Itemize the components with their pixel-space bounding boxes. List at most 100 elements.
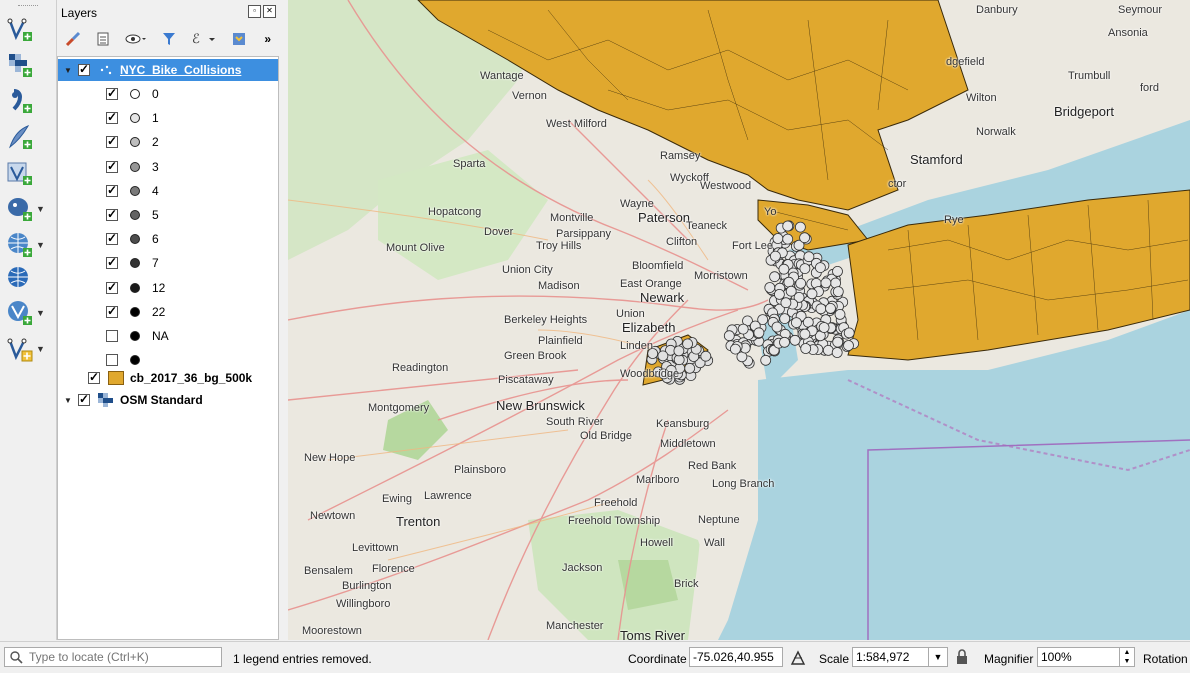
legend-class-row[interactable]: 3 <box>58 156 278 178</box>
chevron-down-icon[interactable]: ▼ <box>36 344 45 354</box>
map-place-label: Parsippany <box>556 228 612 240</box>
class-label: 0 <box>152 87 159 101</box>
collapse-arrow-icon[interactable]: ▼ <box>64 396 74 405</box>
map-place-label: South River <box>546 416 604 428</box>
collision-point <box>760 354 772 366</box>
new-scratch-layer-icon[interactable]: ▼ <box>6 334 50 364</box>
status-bar: 1 legend entries removed. Coordinate -75… <box>0 641 1190 673</box>
class-visibility-checkbox[interactable] <box>106 280 118 294</box>
locator-box[interactable] <box>4 647 222 667</box>
add-wms-icon[interactable]: ▼ <box>6 230 50 260</box>
close-panel-button[interactable]: ✕ <box>263 5 276 18</box>
chevron-down-icon[interactable]: ▼ <box>36 204 45 214</box>
digitize-vector-icon[interactable] <box>6 14 50 44</box>
map-place-label: Troy Hills <box>536 240 582 252</box>
locator-input[interactable] <box>27 649 211 665</box>
map-place-label: Norwalk <box>976 126 1016 138</box>
map-place-label: Morristown <box>694 270 748 282</box>
visibility-eye-icon[interactable] <box>125 31 147 47</box>
float-panel-button[interactable]: ▫ <box>248 5 261 18</box>
toggle-extents-icon[interactable] <box>789 649 807 667</box>
class-visibility-checkbox[interactable] <box>106 354 118 367</box>
layer-row-cb-2017[interactable]: cb_2017_36_bg_500k <box>58 367 278 389</box>
collapse-arrow-icon[interactable]: ▼ <box>64 66 74 75</box>
add-wfs-icon[interactable] <box>6 264 50 294</box>
legend-class-row[interactable]: NA <box>58 325 278 347</box>
legend-class-row[interactable]: 12 <box>58 277 278 299</box>
expression-filter-icon[interactable]: ℰ <box>191 31 217 47</box>
spin-arrows-icon[interactable]: ▲ ▼ <box>1119 648 1134 666</box>
collision-point <box>772 233 784 244</box>
layer-visibility-checkbox[interactable] <box>88 370 100 384</box>
collision-point <box>832 336 844 348</box>
class-label: 3 <box>152 159 159 174</box>
point-symbol-icon <box>130 282 140 293</box>
add-raster-icon[interactable] <box>6 50 50 80</box>
layer-visibility-checkbox[interactable] <box>78 392 90 406</box>
map-place-label: Rye <box>944 214 964 226</box>
map-place-label: Woodbridge <box>620 368 680 380</box>
class-visibility-checkbox[interactable] <box>106 304 118 318</box>
add-virtual-layer-icon[interactable] <box>6 158 50 188</box>
legend-class-row[interactable]: 22 <box>58 301 278 323</box>
class-visibility-checkbox[interactable] <box>106 134 118 149</box>
style-brush-icon[interactable] <box>65 31 81 47</box>
map-place-label: Burlington <box>342 580 392 592</box>
collision-point <box>723 330 735 342</box>
class-visibility-checkbox[interactable] <box>106 207 118 221</box>
layer-row-osm-standard[interactable]: ▼ OSM Standard <box>58 389 278 411</box>
map-place-label: Sparta <box>453 158 486 170</box>
map-place-label: Stamford <box>910 152 963 167</box>
new-shapefile-icon[interactable]: ▼ <box>6 298 50 328</box>
collision-point <box>843 340 854 351</box>
legend-class-row[interactable]: 6 <box>58 228 278 250</box>
class-label: 12 <box>152 280 166 295</box>
legend-class-row[interactable]: 0 <box>58 83 278 105</box>
expand-all-icon[interactable] <box>231 31 247 47</box>
chevron-down-icon[interactable]: ▼ <box>36 240 45 250</box>
magnifier-label: Magnifier <box>984 652 1034 666</box>
collision-point <box>764 282 776 293</box>
toolbar-grip[interactable] <box>18 5 38 9</box>
class-visibility-checkbox[interactable] <box>106 183 118 197</box>
map-place-label: Neptune <box>698 514 740 526</box>
collision-point <box>832 286 844 298</box>
class-visibility-checkbox[interactable] <box>106 110 118 125</box>
chevron-down-icon[interactable]: ▼ <box>36 308 45 318</box>
legend-class-row[interactable]: 7 <box>58 252 278 274</box>
map-place-label: New Brunswick <box>496 398 585 413</box>
layer-name: NYC_Bike_Collisions <box>120 63 242 77</box>
add-group-icon[interactable] <box>95 31 111 47</box>
add-postgis-icon[interactable]: ▼ <box>6 194 50 224</box>
class-visibility-checkbox[interactable] <box>106 231 118 246</box>
class-label: 5 <box>152 208 159 222</box>
map-place-label: Newark <box>640 290 685 305</box>
map-place-label: dgefield <box>946 56 985 68</box>
coordinate-field[interactable]: -75.026,40.955 <box>689 647 783 667</box>
collision-point <box>771 321 783 333</box>
map-place-label: Freehold Township <box>568 515 661 527</box>
search-icon <box>10 651 23 664</box>
filter-icon[interactable] <box>161 31 177 47</box>
map-place-label: Plainsboro <box>454 464 506 476</box>
legend-class-row[interactable]: 4 <box>58 180 278 202</box>
class-visibility-checkbox[interactable] <box>106 255 118 270</box>
legend-class-row[interactable]: 2 <box>58 131 278 153</box>
magnifier-spinbox[interactable]: 100% ▲ ▼ <box>1037 647 1135 667</box>
class-visibility-checkbox[interactable] <box>106 330 118 342</box>
legend-class-row[interactable]: 5 <box>58 204 278 226</box>
legend-class-row[interactable]: 1 <box>58 107 278 129</box>
chevron-down-icon[interactable]: ▼ <box>928 648 947 666</box>
class-visibility-checkbox[interactable] <box>106 159 118 173</box>
layer-visibility-checkbox[interactable] <box>78 62 90 76</box>
collision-point <box>831 347 843 358</box>
map-canvas[interactable]: Danbury Seymour Ansonia Wantage Vernon Trumbu… <box>288 0 1190 640</box>
add-spatialite-icon[interactable] <box>6 122 50 152</box>
lock-icon[interactable] <box>955 649 969 665</box>
more-tools-button[interactable]: » <box>264 32 271 46</box>
point-symbol-icon <box>130 89 140 99</box>
add-delimited-text-icon[interactable] <box>6 86 50 116</box>
class-visibility-checkbox[interactable] <box>106 86 118 100</box>
scale-combobox[interactable]: 1:584,972 ▼ <box>852 647 948 667</box>
layer-row-nyc-bike-collisions[interactable]: ▼ NYC_Bike_Collisions <box>58 59 278 81</box>
